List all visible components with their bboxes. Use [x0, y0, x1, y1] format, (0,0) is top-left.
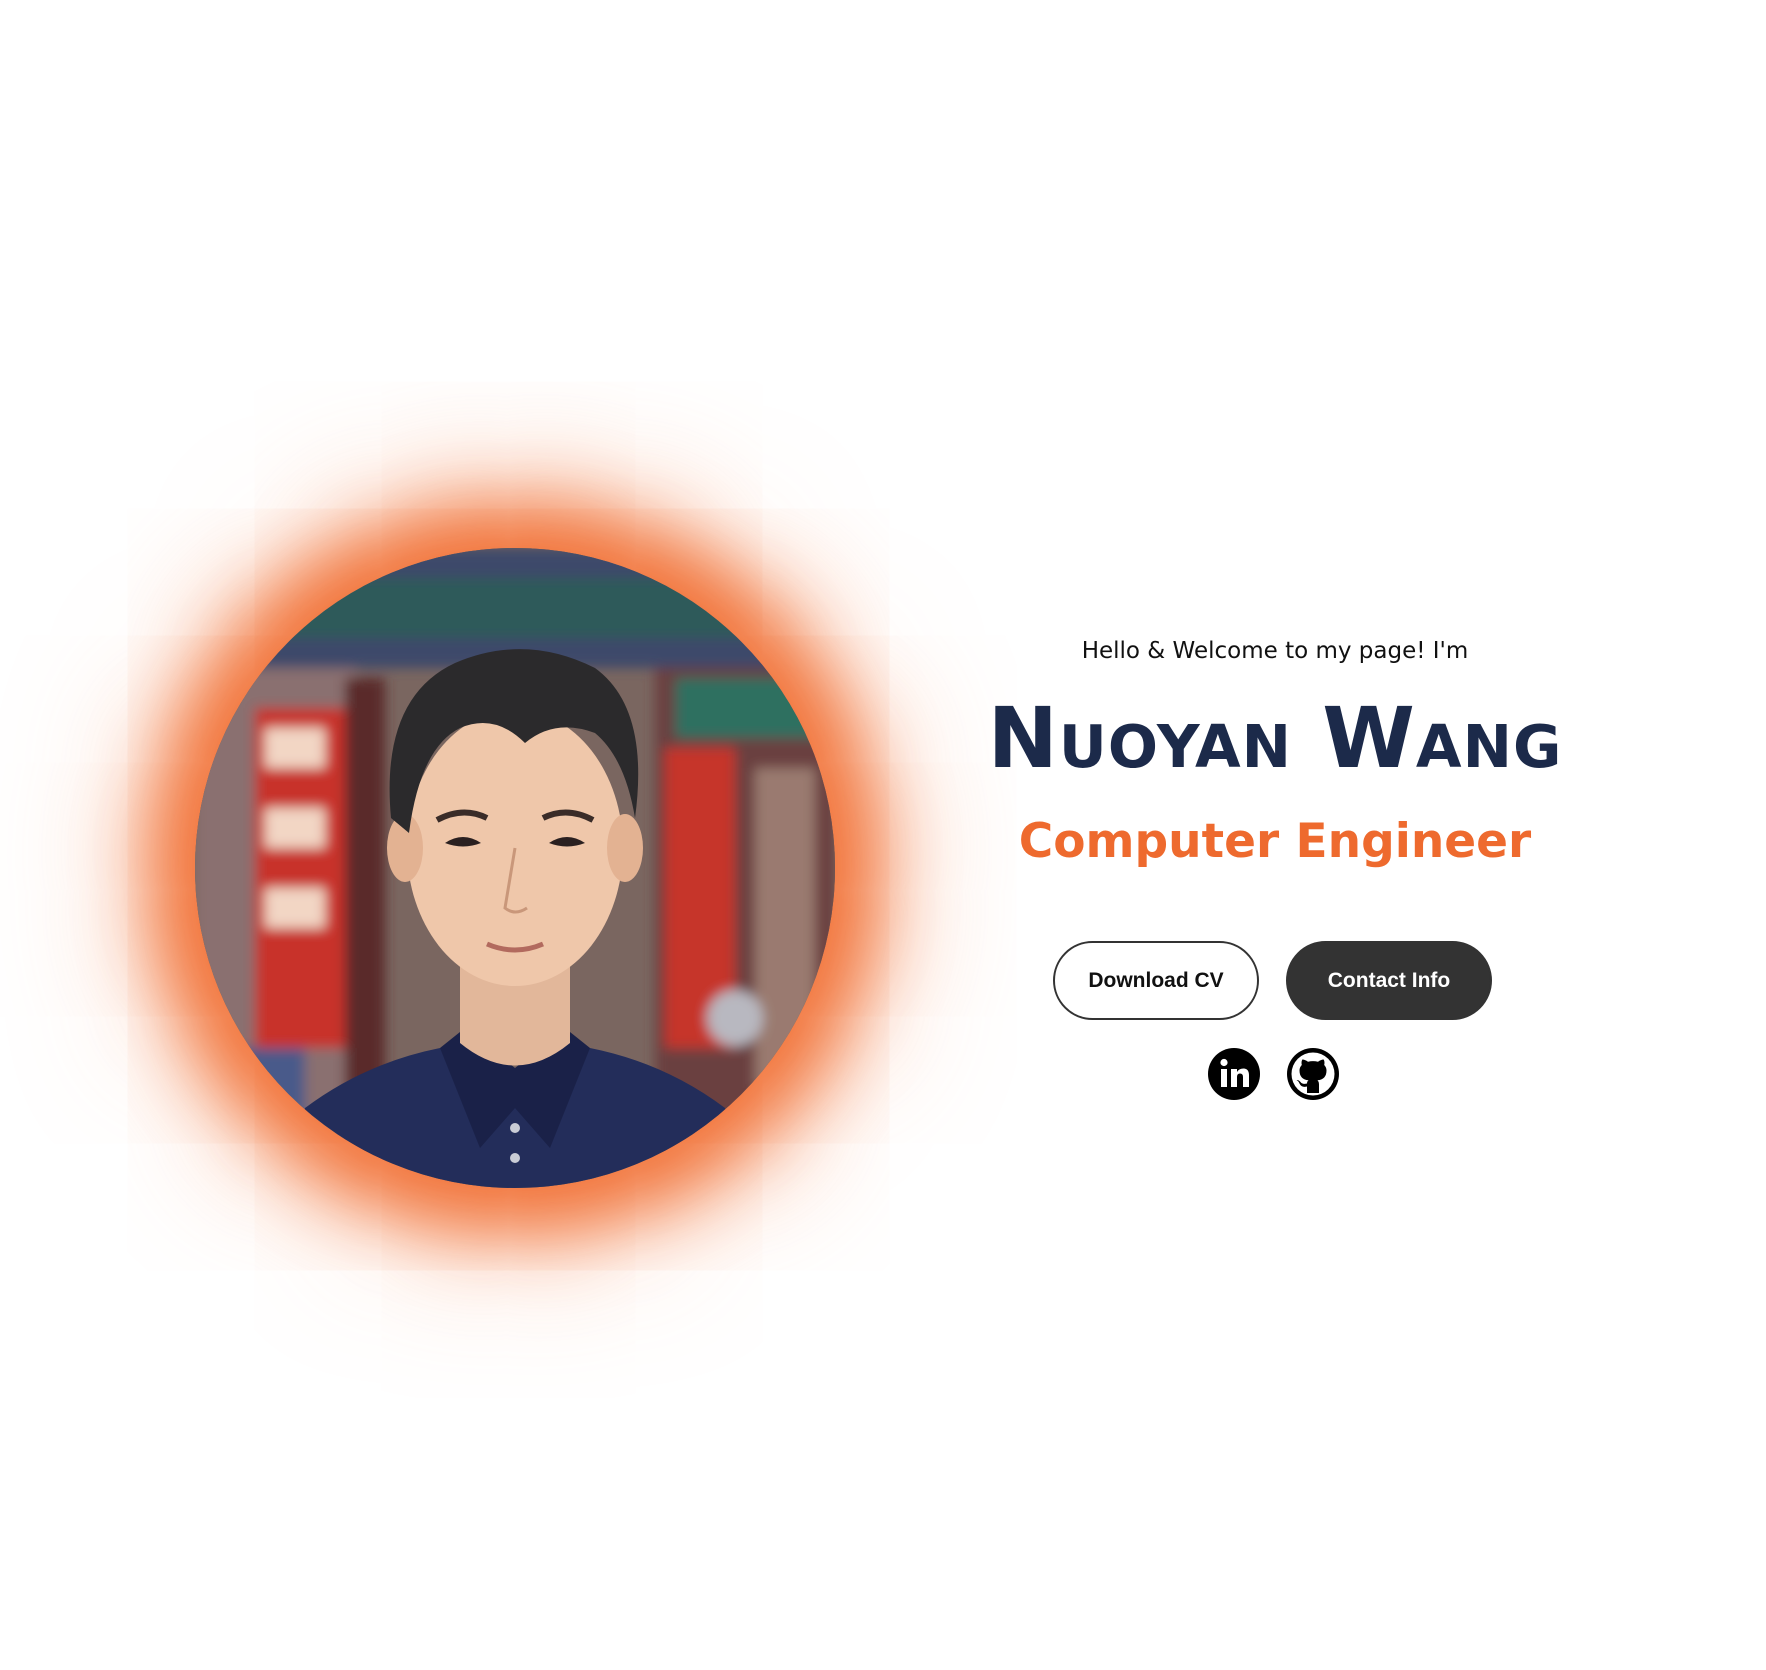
action-buttons: Download CV Contact Info	[1053, 941, 1493, 1021]
contact-info-button[interactable]: Contact Info	[1286, 941, 1492, 1020]
linkedin-icon[interactable]	[1207, 1047, 1261, 1101]
download-cv-button[interactable]: Download CV	[1053, 941, 1259, 1020]
profile-photo	[195, 548, 835, 1188]
page-title: Nuoyan Wang	[987, 689, 1563, 787]
greeting-text: Hello & Welcome to my page! I'm	[1081, 638, 1469, 664]
hero-section: Hello & Welcome to my page! I'm Nuoyan W…	[0, 0, 1766, 1670]
social-links	[1207, 1047, 1342, 1103]
profile-photo-illustration	[195, 548, 835, 1188]
job-title: Computer Engineer	[1018, 814, 1532, 869]
github-icon[interactable]	[1286, 1047, 1340, 1101]
